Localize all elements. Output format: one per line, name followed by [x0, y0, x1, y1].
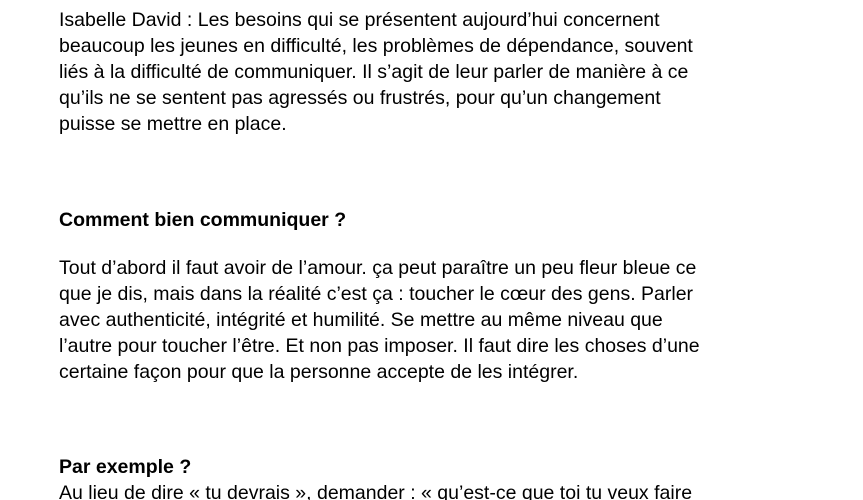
intro-line: qu’ils ne se sentent pas agressés ou fru… — [59, 87, 661, 109]
intro-line: Isabelle David : Les besoins qui se prés… — [59, 9, 660, 31]
answer-line: l’autre pour toucher l’être. Et non pas … — [59, 335, 700, 357]
answer-line: Au lieu de dire « tu devrais », demander… — [59, 482, 693, 500]
answer-line: certaine façon pour que la personne acce… — [59, 361, 579, 383]
intro-line: puisse se mettre en place. — [59, 113, 287, 135]
question-heading-communicate: Comment bien communiquer ? — [59, 209, 347, 231]
intro-line: liés à la difficulté de communiquer. Il … — [59, 61, 689, 83]
question-heading-example: Par exemple ? — [59, 456, 192, 478]
document-page: Isabelle David : Les besoins qui se prés… — [0, 0, 863, 500]
intro-line: beaucoup les jeunes en difficulté, les p… — [59, 35, 693, 57]
answer-line: Tout d’abord il faut avoir de l’amour. ç… — [59, 257, 697, 279]
answer-line: avec authenticité, intégrité et humilité… — [59, 309, 663, 331]
answer-paragraph-communicate: Tout d’abord il faut avoir de l’amour. ç… — [59, 255, 849, 385]
answer-line: que je dis, mais dans la réalité c’est ç… — [59, 283, 694, 305]
intro-paragraph: Isabelle David : Les besoins qui se prés… — [59, 7, 849, 137]
answer-paragraph-example: Au lieu de dire « tu devrais », demander… — [59, 480, 849, 500]
